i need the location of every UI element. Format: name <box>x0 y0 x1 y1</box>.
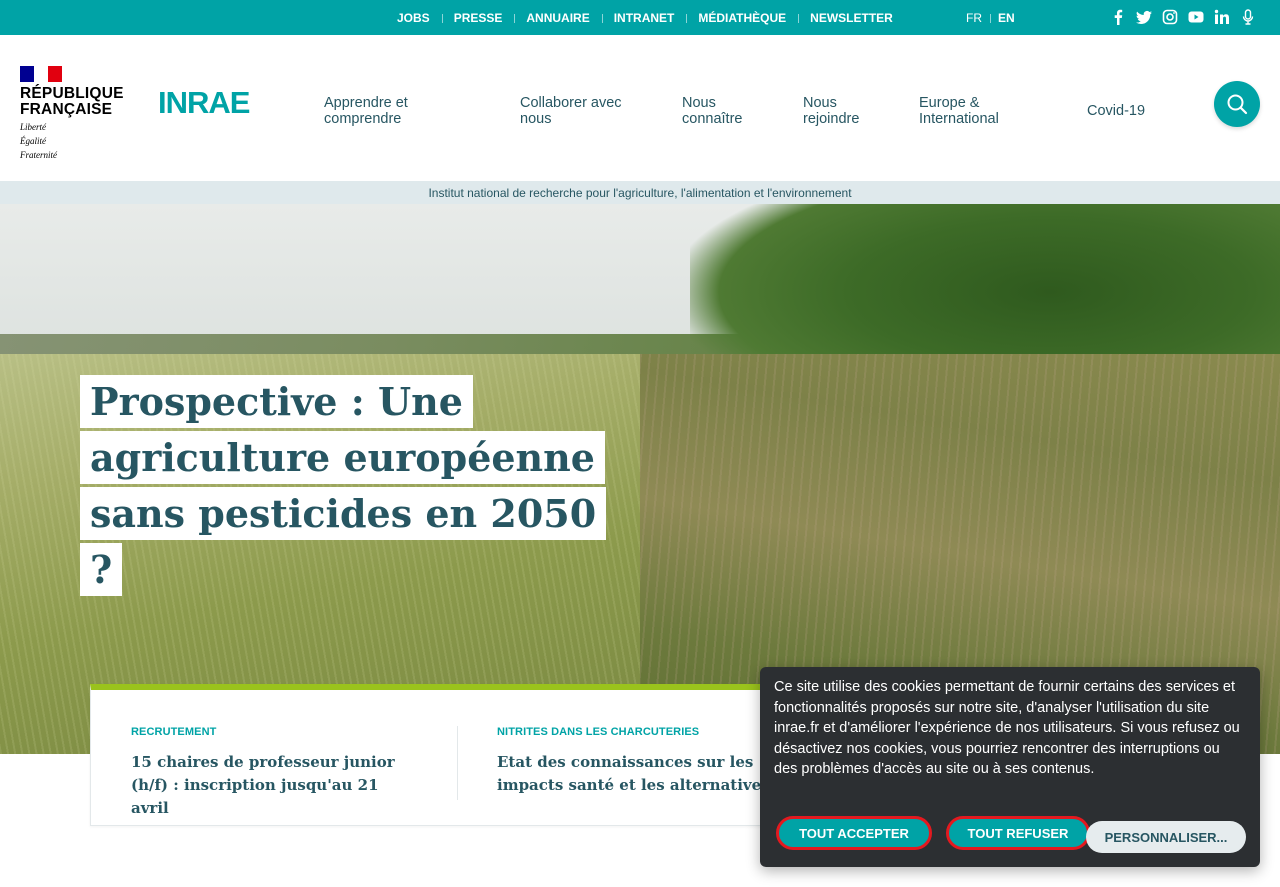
nav-nous-rejoindre[interactable]: Nous rejoindre <box>803 95 883 127</box>
news-strip: RECRUTEMENT 15 chaires de professeur jun… <box>90 684 820 826</box>
refuse-all-button[interactable]: TOUT REFUSER <box>946 816 1090 850</box>
social-links <box>1108 7 1258 27</box>
rf-motto-2: Égalité <box>20 136 46 146</box>
lang-fr[interactable]: FR <box>958 11 990 25</box>
news-card[interactable]: NITRITES DANS LES CHARCUTERIES Etat des … <box>497 726 777 797</box>
news-title[interactable]: Etat des connaissances sur les impacts s… <box>497 751 777 797</box>
linkedin-icon[interactable] <box>1212 7 1232 27</box>
nav-apprendre[interactable]: Apprendre et comprendre <box>324 95 454 127</box>
podcast-icon[interactable] <box>1238 7 1258 27</box>
site-tagline: Institut national de recherche pour l'ag… <box>0 181 1280 204</box>
news-title[interactable]: 15 chaires de professeur junior (h/f) : … <box>131 751 421 820</box>
republique-francaise-logo[interactable]: RÉPUBLIQUE FRANÇAISE Liberté Égalité Fra… <box>20 66 124 160</box>
top-nav: JOBS PRESSE ANNUAIRE INTRANET MÉDIATHÈQU… <box>385 0 905 35</box>
rf-title-line1: RÉPUBLIQUE <box>20 85 124 102</box>
customize-button[interactable]: PERSONNALISER... <box>1086 821 1246 853</box>
news-card[interactable]: RECRUTEMENT 15 chaires de professeur jun… <box>131 726 421 820</box>
nav-europe[interactable]: Europe & International <box>919 95 1029 127</box>
hero-title-line3: sans pesticides en 2050 ? <box>80 487 607 596</box>
top-link-annuaire[interactable]: ANNUAIRE <box>514 11 601 25</box>
top-link-jobs[interactable]: JOBS <box>385 11 442 25</box>
inrae-logo[interactable]: INRAE <box>158 85 250 121</box>
top-link-mediatheque[interactable]: MÉDIATHÈQUE <box>686 11 798 25</box>
top-bar: JOBS PRESSE ANNUAIRE INTRANET MÉDIATHÈQU… <box>0 0 1280 35</box>
hero-title-line2: agriculture européenne <box>80 431 605 484</box>
search-icon <box>1227 94 1248 115</box>
news-tag: RECRUTEMENT <box>131 726 217 738</box>
top-link-newsletter[interactable]: NEWSLETTER <box>798 11 905 25</box>
instagram-icon[interactable] <box>1160 7 1180 27</box>
rf-motto-1: Liberté <box>20 122 46 132</box>
top-link-intranet[interactable]: INTRANET <box>601 11 687 25</box>
twitter-icon[interactable] <box>1134 7 1154 27</box>
news-tag: NITRITES DANS LES CHARCUTERIES <box>497 726 700 738</box>
hero-title-line1: Prospective : Une <box>80 375 473 428</box>
rf-motto-3: Fraternité <box>20 150 57 160</box>
facebook-icon[interactable] <box>1108 7 1128 27</box>
lang-en[interactable]: EN <box>990 11 1023 25</box>
top-link-presse[interactable]: PRESSE <box>441 11 515 25</box>
language-switcher: FR EN <box>958 0 1023 35</box>
cookie-banner: Ce site utilise des cookies permettant d… <box>760 667 1260 867</box>
site-header: RÉPUBLIQUE FRANÇAISE Liberté Égalité Fra… <box>0 35 1280 181</box>
search-button[interactable] <box>1214 81 1260 127</box>
nav-collaborer[interactable]: Collaborer avec nous <box>520 95 648 127</box>
hero-title[interactable]: Prospective : Une agriculture européenne… <box>80 374 620 598</box>
accept-all-button[interactable]: TOUT ACCEPTER <box>776 816 932 850</box>
nav-nous-connaitre[interactable]: Nous connaître <box>682 95 762 127</box>
flag-icon <box>20 66 62 82</box>
nav-covid[interactable]: Covid-19 <box>1087 103 1167 119</box>
youtube-icon[interactable] <box>1186 7 1206 27</box>
cookie-text: Ce site utilise des cookies permettant d… <box>774 679 1240 777</box>
rf-title-line2: FRANÇAISE <box>20 101 113 118</box>
news-divider <box>457 726 458 800</box>
